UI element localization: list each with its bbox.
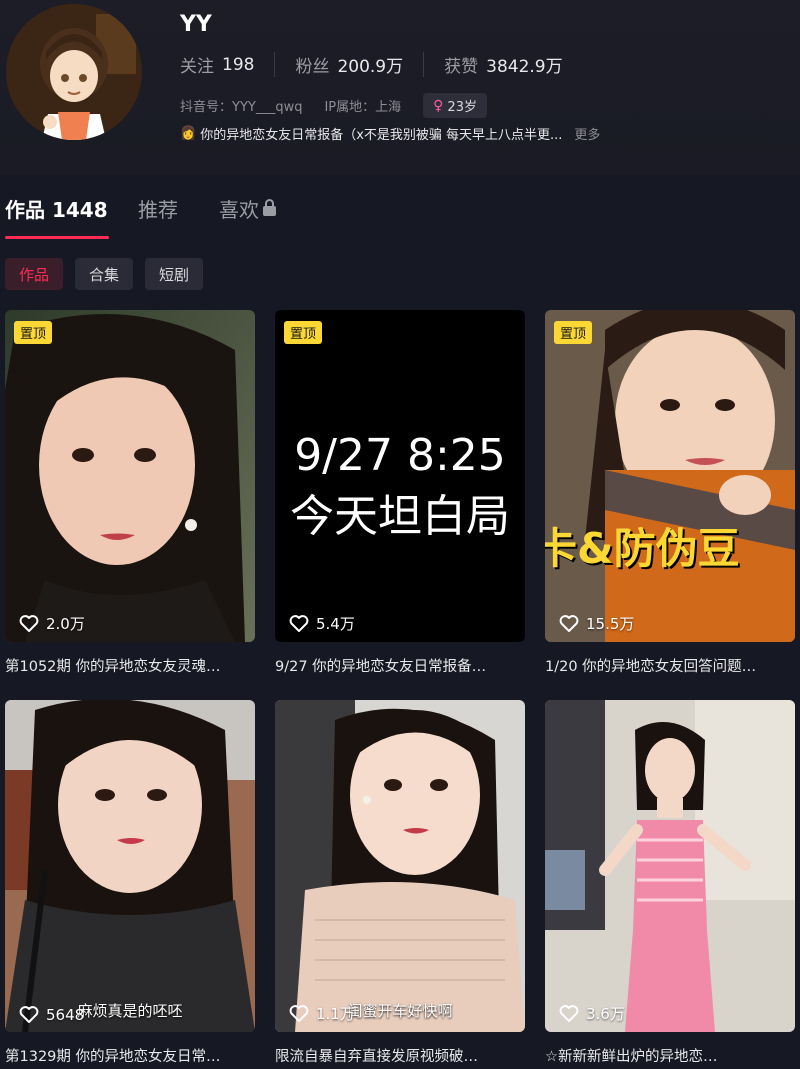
pinned-badge: 置顶 [14,321,53,344]
filter-short-dramas[interactable]: 短剧 [145,258,204,290]
filter-collections[interactable]: 合集 [75,258,134,290]
video-card[interactable]: 麻烦真是的呸呸 5648 第1329期 你的异地恋女友日常… [5,700,255,1069]
video-likes: 3.6万 [559,1003,625,1024]
heart-icon [19,1006,39,1024]
video-caption[interactable]: 限流自暴自弃直接发原视频破… [275,1045,530,1066]
heart-icon [559,614,579,633]
lock-icon [263,199,276,216]
tab-works[interactable]: 作品 1448 [5,194,108,223]
video-likes: 5648 [19,1006,84,1024]
heart-icon [19,614,39,633]
stat-value: 200.9万 [337,57,404,77]
profile-bio: 👩 你的异地恋女友日常报备（x不是我别被骗 每天早上八点半更... 更多 [180,124,650,143]
video-thumbnail[interactable]: 3.6万 [545,700,795,1032]
age-label: 23岁 [447,100,477,115]
filter-works[interactable]: 作品 [5,258,64,290]
avatar[interactable] [6,4,142,140]
profile-meta: 抖音号：YYY___qwq IP属地：上海 ♀ 23岁 [180,93,487,118]
pinned-badge: 置顶 [284,321,323,344]
stat-value: 198 [222,54,255,75]
video-caption[interactable]: 1/20 你的异地恋女友回答问题… [545,655,800,676]
video-card[interactable]: 3.6万 ☆新新新鲜出炉的异地恋… [545,700,795,1069]
heart-icon [289,1004,309,1023]
likes-count: 5648 [46,1006,85,1024]
pinned-badge: 置顶 [554,321,593,344]
video-card[interactable]: 9/27 8:25 今天坦白局 置顶 5.4万 9/27 你的异地恋女友日常报备… [275,310,525,685]
video-likes: 1.1万 [289,1003,355,1024]
tab-likes-label: 喜欢 [219,198,259,222]
profile-header: YY 关注 198 粉丝 200.9万 获赞 3842.9万 抖音号：YYY__… [0,0,800,175]
likes-count: 15.5万 [586,615,635,633]
stat-following[interactable]: 关注 198 [180,52,276,77]
video-caption[interactable]: 第1052期 你的异地恋女友灵魂… [5,655,260,676]
likes-count: 5.4万 [316,615,355,633]
profile-stats: 关注 198 粉丝 200.9万 获赞 3842.9万 [180,52,603,77]
stat-value: 3842.9万 [486,57,563,77]
heart-icon [559,1004,579,1023]
stat-label: 关注 [180,57,214,77]
video-caption[interactable]: 9/27 你的异地恋女友日常报备… [275,655,530,676]
video-overlay-line2: 今天坦白局 [290,491,510,542]
ip-location: IP属地：上海 [324,100,402,115]
likes-count: 3.6万 [586,1005,625,1023]
likes-count: 1.1万 [316,1005,355,1023]
video-thumbnail[interactable]: 卡&防伪豆 置顶 15.5万 [545,310,795,642]
video-overlay-line1: 9/27 8:25 [294,430,506,481]
video-card[interactable]: 卡&防伪豆 置顶 15.5万 1/20 你的异地恋女友回答问题… [545,310,795,685]
stat-likes: 获赞 3842.9万 [444,52,582,77]
video-likes: 15.5万 [559,613,634,634]
video-caption[interactable]: 第1329期 你的异地恋女友日常… [5,1045,260,1066]
stat-label: 粉丝 [295,57,330,77]
video-card[interactable]: 置顶 2.0万 第1052期 你的异地恋女友灵魂… [5,310,255,685]
filter-pills: 作品 合集 短剧 [5,258,204,290]
bio-more-link[interactable]: 更多 [574,124,600,143]
tab-active-indicator [5,236,109,239]
tab-likes[interactable]: 喜欢 [219,194,276,223]
profile-name: YY [180,12,212,37]
video-card[interactable]: 闺蜜开车好快啊 1.1万 限流自暴自弃直接发原视频破… [275,700,525,1069]
female-icon: ♀ [433,97,444,114]
profile-tabs: 作品 1448 推荐 喜欢 [0,188,800,244]
likes-count: 2.0万 [46,615,85,633]
video-overlay-text: 卡&防伪豆 [545,524,740,573]
bio-text: 你的异地恋女友日常报备（x不是我别被骗 每天早上八点半更... [200,128,563,143]
video-thumbnail[interactable]: 置顶 2.0万 [5,310,255,642]
age-badge: ♀ 23岁 [423,93,487,118]
person-icon: 👩 [180,126,197,141]
video-likes: 5.4万 [289,613,355,634]
stat-label: 获赞 [444,57,479,77]
stat-followers[interactable]: 粉丝 200.9万 [295,52,425,77]
tab-recommend[interactable]: 推荐 [138,194,178,223]
video-thumbnail[interactable]: 9/27 8:25 今天坦白局 置顶 5.4万 [275,310,525,642]
video-caption[interactable]: ☆新新新鲜出炉的异地恋… [545,1045,800,1066]
video-thumbnail[interactable]: 麻烦真是的呸呸 5648 [5,700,255,1032]
douyin-id: 抖音号：YYY___qwq [180,100,303,115]
heart-icon [289,614,309,633]
video-likes: 2.0万 [19,613,85,634]
video-thumbnail[interactable]: 闺蜜开车好快啊 1.1万 [275,700,525,1032]
